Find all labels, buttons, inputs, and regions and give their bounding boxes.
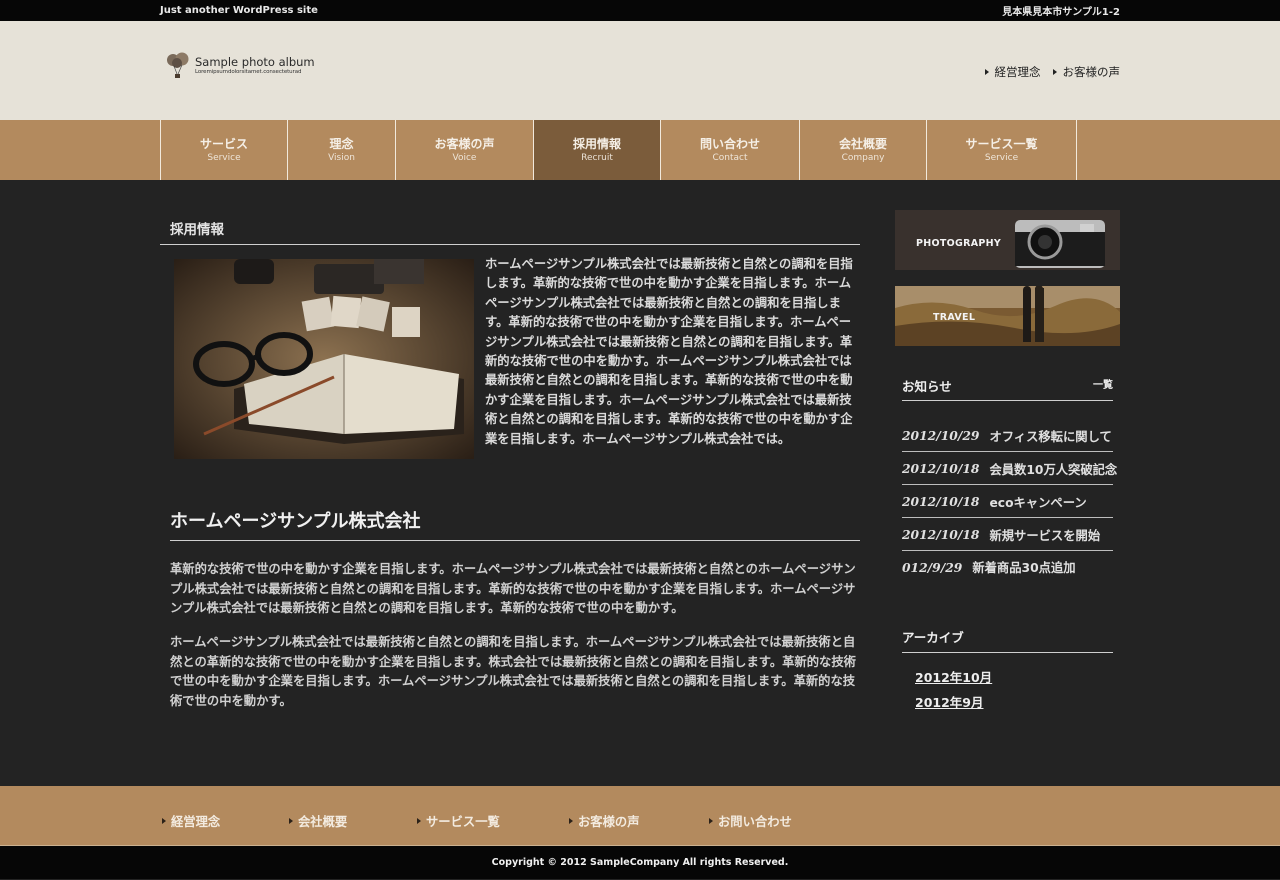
news-title: お知らせ — [902, 379, 952, 394]
content-area: 採用情報 ホームページサンプル株式会社では最新技術と自然との調和を目指します。革… — [160, 180, 1120, 786]
news-item[interactable]: 2012/10/29 オフィス移転に関して — [902, 420, 1113, 452]
recruit-photo — [174, 259, 474, 459]
footer-nav: 経営理念 会社概要 サービス一覧 お客様の声 お問い合わせ — [0, 786, 1280, 846]
nav-item-contact[interactable]: 問い合わせ Contact — [661, 120, 800, 180]
header-links: 経営理念 お客様の声 — [984, 64, 1120, 80]
archive-link-2012-10[interactable]: 2012年10月 — [915, 667, 992, 686]
news-item[interactable]: 2012/10/18 会員数10万人突破記念 — [902, 453, 1117, 485]
archive-divider — [902, 652, 1113, 653]
triangle-right-icon — [1052, 69, 1057, 75]
triangle-right-icon — [162, 818, 166, 824]
logo-subtitle: Loremipsumdolorsitamet.consecteturad — [195, 69, 302, 75]
main-nav: サービス Service 理念 Vision お客様の声 Voice 採用情報 Recr… — [0, 120, 1280, 180]
site-tagline: Just another WordPress site — [160, 5, 318, 16]
header-link-voice[interactable]: お客様の声 — [1052, 64, 1120, 80]
company-divider — [170, 540, 860, 541]
travel-banner[interactable]: TRAVEL — [895, 286, 1120, 346]
news-item[interactable]: 2012/10/18 ecoキャンペーン — [902, 486, 1113, 518]
intro-text: ホームページサンプル株式会社では最新技術と自然との調和を目指します。革新的な技術… — [485, 257, 853, 446]
nav-item-company[interactable]: 会社概要 Company — [800, 120, 927, 180]
nav-item-service-list[interactable]: サービス一覧 Service — [927, 120, 1077, 180]
triangle-right-icon — [569, 818, 573, 824]
nav-item-recruit[interactable]: 採用情報 Recruit — [534, 120, 661, 180]
footer-link-contact[interactable]: お問い合わせ — [709, 812, 792, 830]
footer-link-service-list[interactable]: サービス一覧 — [417, 812, 500, 830]
travel-label: TRAVEL — [933, 312, 976, 323]
archive-title: アーカイブ — [902, 630, 964, 645]
triangle-right-icon — [289, 818, 293, 824]
news-item[interactable]: 012/9/29 新着商品30点追加 — [902, 551, 1113, 583]
company-heading: ホームページサンプル株式会社 — [170, 511, 421, 532]
copyright: Copyright © 2012 SampleCompany All right… — [0, 846, 1280, 879]
site-header: Sample photo album Loremipsumdolorsitame… — [0, 21, 1280, 120]
company-paragraph-2: ホームページサンプル株式会社では最新技術と自然との調和を目指します。ホームページ… — [170, 635, 856, 708]
photography-label: PHOTOGRAPHY — [916, 238, 1002, 249]
top-bar: Just another WordPress site 見本県見本市サンプル1-… — [0, 0, 1280, 21]
balloon-logo-icon — [165, 51, 191, 81]
photography-banner[interactable]: PHOTOGRAPHY — [895, 210, 1120, 270]
header-link-philosophy[interactable]: 経営理念 — [984, 64, 1041, 80]
triangle-right-icon — [709, 818, 713, 824]
nav-item-voice[interactable]: お客様の声 Voice — [396, 120, 534, 180]
site-logo[interactable]: Sample photo album Loremipsumdolorsitame… — [165, 51, 315, 81]
news-divider — [902, 400, 1113, 401]
title-divider — [160, 244, 860, 245]
nav-item-vision[interactable]: 理念 Vision — [288, 120, 396, 180]
logo-title: Sample photo album — [195, 55, 315, 69]
footer-link-company[interactable]: 会社概要 — [289, 812, 347, 830]
footer-link-voice[interactable]: お客様の声 — [569, 812, 640, 830]
nav-item-service[interactable]: サービス Service — [161, 120, 288, 180]
news-item[interactable]: 2012/10/18 新規サービスを開始 — [902, 519, 1113, 551]
triangle-right-icon — [984, 69, 989, 75]
footer-link-philosophy[interactable]: 経営理念 — [162, 812, 220, 830]
news-all-link[interactable]: 一覧 — [1093, 376, 1113, 391]
company-paragraph-1: 革新的な技術で世の中を動かす企業を目指します。ホームページサンプル株式会社では最… — [170, 562, 856, 616]
page-title: 採用情報 — [170, 222, 224, 238]
triangle-right-icon — [417, 818, 421, 824]
archive-link-2012-09[interactable]: 2012年9月 — [915, 692, 984, 711]
site-address: 見本県見本市サンプル1-2 — [1002, 7, 1120, 18]
